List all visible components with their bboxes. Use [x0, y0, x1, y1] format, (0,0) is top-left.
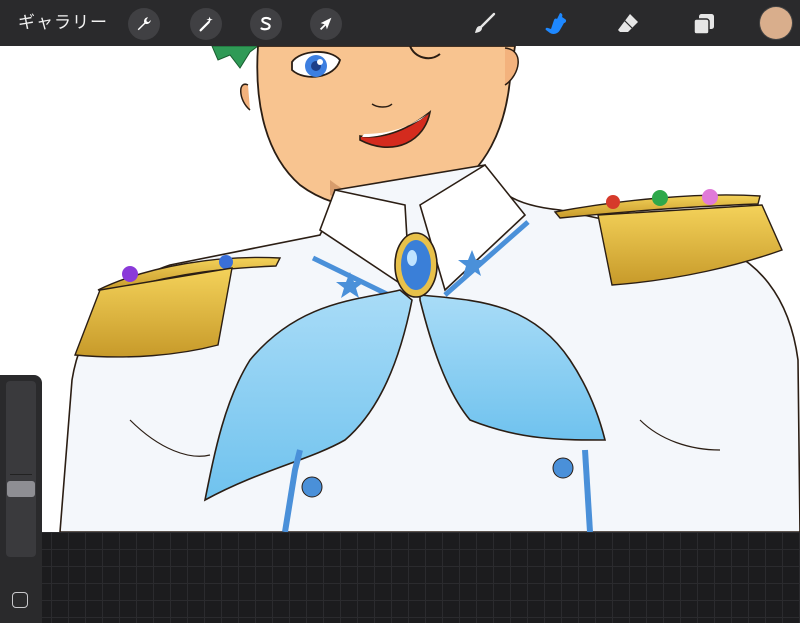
selection-s-icon — [260, 16, 272, 31]
layers-button[interactable] — [688, 8, 720, 40]
selection-button[interactable] — [250, 8, 282, 40]
smudge-button[interactable] — [540, 8, 572, 40]
modify-button[interactable] — [12, 592, 28, 608]
layers-icon — [693, 14, 714, 35]
eraser-button[interactable] — [612, 8, 644, 40]
transform-button[interactable] — [310, 8, 342, 40]
canvas-background — [0, 532, 800, 623]
side-panel — [0, 375, 42, 623]
top-toolbar: ギャラリー — [0, 0, 800, 46]
adjustments-button[interactable] — [190, 8, 222, 40]
eraser-icon — [618, 14, 638, 32]
drawing-canvas[interactable] — [0, 46, 800, 532]
wrench-icon — [137, 17, 151, 31]
brush-size-slider[interactable] — [6, 381, 36, 557]
paintbrush-icon — [475, 12, 496, 33]
slider-thumb[interactable] — [7, 481, 35, 497]
actions-button[interactable] — [128, 8, 160, 40]
smudge-finger-icon — [545, 13, 567, 34]
magic-wand-icon — [199, 16, 213, 32]
brush-button[interactable] — [468, 8, 500, 40]
arrow-cursor-icon — [319, 17, 332, 31]
slider-divider — [10, 474, 32, 475]
gallery-button[interactable]: ギャラリー — [18, 10, 108, 36]
color-button[interactable] — [760, 7, 792, 39]
artwork-illustration — [0, 46, 800, 532]
